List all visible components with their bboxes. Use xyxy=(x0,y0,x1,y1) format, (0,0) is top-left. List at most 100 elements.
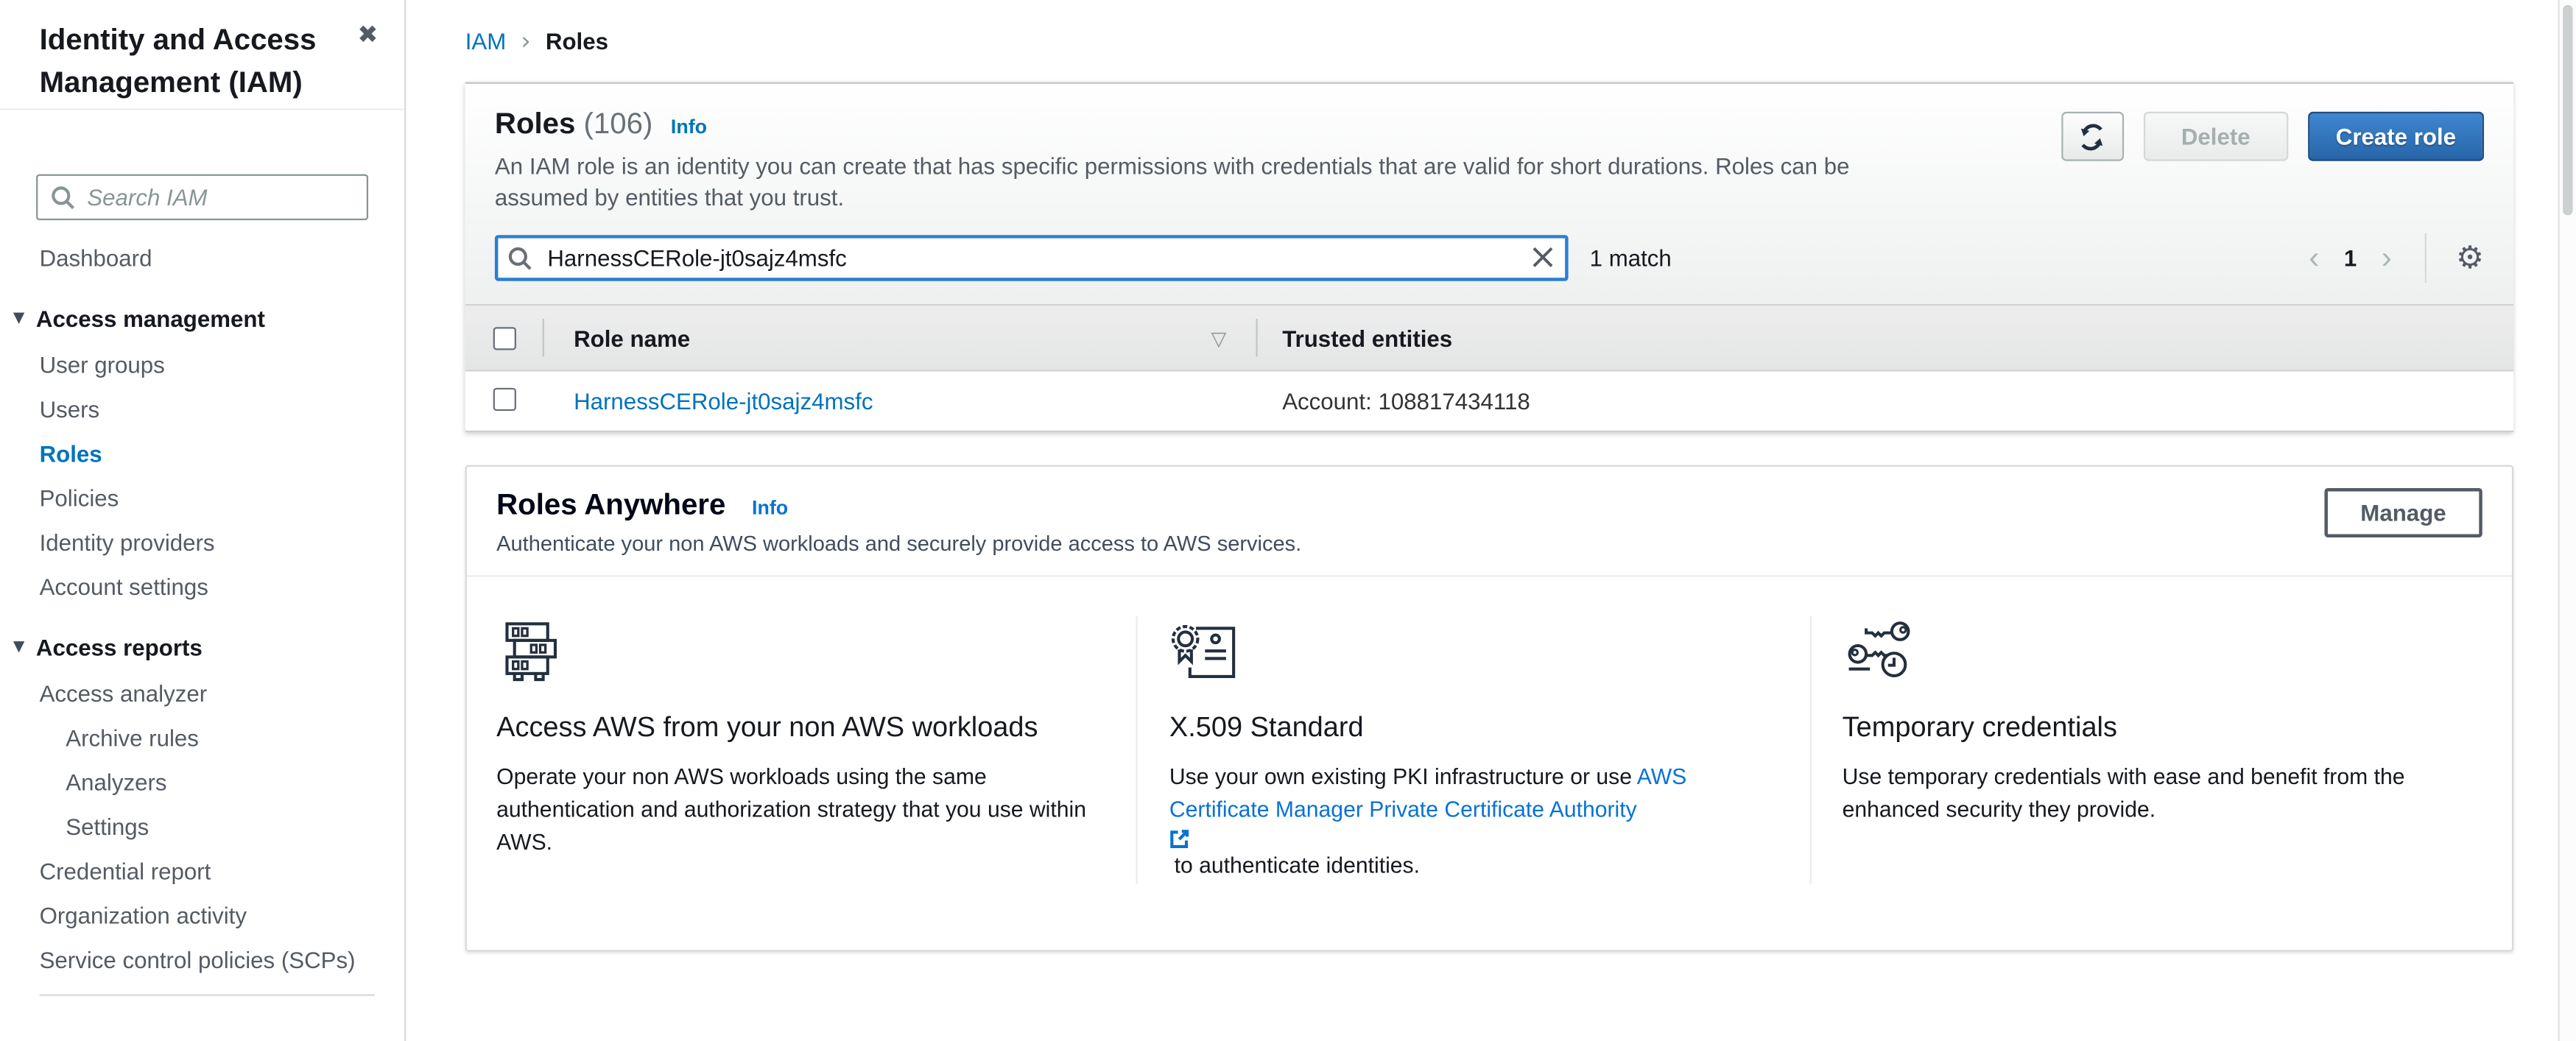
roles-heading: Roles (106) Info xyxy=(495,107,1856,141)
chevron-down-icon: ▼ xyxy=(13,636,24,659)
sidebar-item-policies[interactable]: Policies xyxy=(0,487,404,509)
sidebar-item-dashboard[interactable]: Dashboard xyxy=(0,247,404,269)
feature-x509-standard: X.509 Standard Use your own existing PKI… xyxy=(1136,616,1809,884)
sidebar-item-credential-report[interactable]: Credential report xyxy=(0,859,404,882)
sidebar-item-scps[interactable]: Service control policies (SCPs) xyxy=(0,948,404,971)
search-icon xyxy=(51,186,75,210)
sidebar-item-roles[interactable]: Roles xyxy=(0,442,404,465)
sidebar-item-access-analyzer[interactable]: Access analyzer xyxy=(0,682,404,705)
roles-anywhere-title: Roles Anywhere xyxy=(496,488,725,523)
delete-button[interactable]: Delete xyxy=(2144,112,2289,161)
feature-title: Temporary credentials xyxy=(1843,712,2443,745)
page-title: Roles xyxy=(495,107,575,141)
table-header-trusted-entities: Trusted entities xyxy=(1256,306,2513,370)
roles-info-link[interactable]: Info xyxy=(671,115,707,138)
sort-icon[interactable]: ▽ xyxy=(1211,326,1227,349)
scrollbar-thumb[interactable] xyxy=(2563,5,2572,216)
certificate-icon xyxy=(1169,616,1770,688)
roles-anywhere-features: Access AWS from your non AWS workloads O… xyxy=(467,577,2512,950)
feature-non-aws-workloads: Access AWS from your non AWS workloads O… xyxy=(496,616,1136,884)
clear-search-icon[interactable] xyxy=(1532,247,1554,268)
external-link-icon xyxy=(1169,828,1770,850)
keys-clock-icon xyxy=(1843,616,2443,688)
pagination: ‹ 1 › xyxy=(2306,242,2396,273)
sidebar-item-archive-rules[interactable]: Archive rules xyxy=(0,727,404,749)
sidebar-search xyxy=(36,174,368,221)
sidebar-item-identity-providers[interactable]: Identity providers xyxy=(0,531,404,554)
gear-icon[interactable]: ⚙ xyxy=(2456,242,2484,273)
feature-title: Access AWS from your non AWS workloads xyxy=(496,712,1097,745)
roles-panel-header: Roles (106) Info An IAM role is an ident… xyxy=(465,84,2513,214)
feature-text: Use your own existing PKI infrastructure… xyxy=(1169,761,1770,884)
roles-anywhere-panel: Roles Anywhere Info Authenticate your no… xyxy=(465,465,2513,952)
sidebar: Identity and Access Management (IAM) ✖ D… xyxy=(0,0,406,1041)
breadcrumb: IAM › Roles xyxy=(406,0,2558,56)
feature-text-after: to authenticate identities. xyxy=(1175,853,1420,878)
row-checkbox[interactable] xyxy=(493,387,516,410)
roles-description: An IAM role is an identity you can creat… xyxy=(495,151,1856,214)
table-row: HarnessCERole-jt0sajz4msfc Account: 1088… xyxy=(465,371,2513,432)
row-trusted-entities-cell: Account: 108817434118 xyxy=(1256,388,2513,414)
sidebar-item-settings[interactable]: Settings xyxy=(0,815,404,838)
select-all-checkbox[interactable] xyxy=(493,326,516,349)
role-name-link[interactable]: HarnessCERole-jt0sajz4msfc xyxy=(574,388,873,414)
sidebar-item-users[interactable]: Users xyxy=(0,398,404,420)
roles-anywhere-header: Roles Anywhere Info Authenticate your no… xyxy=(467,467,2512,577)
feature-text: Operate your non AWS workloads using the… xyxy=(496,761,1097,860)
roles-panel-heading-block: Roles (106) Info An IAM role is an ident… xyxy=(495,107,1856,214)
sidebar-item-account-settings[interactable]: Account settings xyxy=(0,575,404,598)
roles-anywhere-description: Authenticate your non AWS workloads and … xyxy=(496,531,1301,555)
sidebar-item-analyzers[interactable]: Analyzers xyxy=(0,771,404,794)
roles-count: (106) xyxy=(584,107,653,141)
column-label: Role name xyxy=(574,325,690,351)
sidebar-section-access-reports[interactable]: ▼ Access reports xyxy=(0,636,404,659)
divider xyxy=(2425,233,2427,283)
feature-text-before: Use your own existing PKI infrastructure… xyxy=(1169,764,1637,788)
sidebar-title: Identity and Access Management (IAM) xyxy=(40,20,323,104)
breadcrumb-iam-link[interactable]: IAM xyxy=(465,28,507,54)
table-header: Role name ▽ Trusted entities xyxy=(465,304,2513,372)
create-role-button[interactable]: Create role xyxy=(2308,112,2484,161)
chevron-down-icon: ▼ xyxy=(13,307,24,330)
sidebar-section-label: Access management xyxy=(36,307,265,330)
roles-anywhere-title-row: Roles Anywhere Info xyxy=(496,488,1301,523)
sidebar-nav: Dashboard ▼ Access management User group… xyxy=(0,247,404,996)
roles-search-input[interactable] xyxy=(495,235,1569,281)
roles-panel: Roles (106) Info An IAM role is an ident… xyxy=(465,82,2513,432)
match-count: 1 match xyxy=(1590,245,1672,272)
roles-anywhere-info-link[interactable]: Info xyxy=(752,496,788,519)
main-content: IAM › Roles Roles (106) Info An IAM role… xyxy=(406,0,2558,1041)
previous-page-icon[interactable]: ‹ xyxy=(2306,242,2323,273)
manage-button[interactable]: Manage xyxy=(2324,488,2482,537)
sidebar-header: Identity and Access Management (IAM) ✖ xyxy=(0,0,404,110)
breadcrumb-separator-icon: › xyxy=(521,27,530,56)
sidebar-section-label: Access reports xyxy=(36,636,203,659)
column-label: Trusted entities xyxy=(1282,325,1452,351)
table-header-role-name[interactable]: Role name ▽ xyxy=(543,306,1256,370)
feature-title: X.509 Standard xyxy=(1169,712,1770,745)
iam-console-page: Identity and Access Management (IAM) ✖ D… xyxy=(0,0,2576,1041)
row-checkbox-cell xyxy=(465,387,543,415)
breadcrumb-current: Roles xyxy=(546,28,608,54)
search-icon xyxy=(508,247,532,271)
server-stack-icon xyxy=(496,616,1097,688)
sidebar-item-organization-activity[interactable]: Organization activity xyxy=(0,904,404,927)
roles-anywhere-heading-block: Roles Anywhere Info Authenticate your no… xyxy=(496,488,1301,556)
current-page: 1 xyxy=(2344,245,2357,272)
roles-filter-row: 1 match ‹ 1 › ⚙ xyxy=(465,214,2513,296)
sidebar-section-access-management[interactable]: ▼ Access management xyxy=(0,307,404,330)
search-iam-input[interactable] xyxy=(36,174,368,221)
roles-actions: Delete Create role xyxy=(2061,107,2484,214)
table-header-checkbox-cell xyxy=(465,306,543,370)
next-page-icon[interactable]: › xyxy=(2378,242,2395,273)
row-role-name-cell: HarnessCERole-jt0sajz4msfc xyxy=(543,388,1256,414)
scrollbar[interactable] xyxy=(2558,0,2576,1041)
roles-search-box xyxy=(495,235,1569,281)
refresh-button[interactable] xyxy=(2061,112,2124,161)
sidebar-divider xyxy=(40,995,375,996)
sidebar-item-user-groups[interactable]: User groups xyxy=(0,353,404,376)
close-icon[interactable]: ✖ xyxy=(354,20,381,51)
refresh-icon xyxy=(2078,122,2106,150)
feature-text: Use temporary credentials with ease and … xyxy=(1843,761,2443,827)
feature-temporary-credentials: Temporary credentials Use temporary cred… xyxy=(1809,616,2482,884)
